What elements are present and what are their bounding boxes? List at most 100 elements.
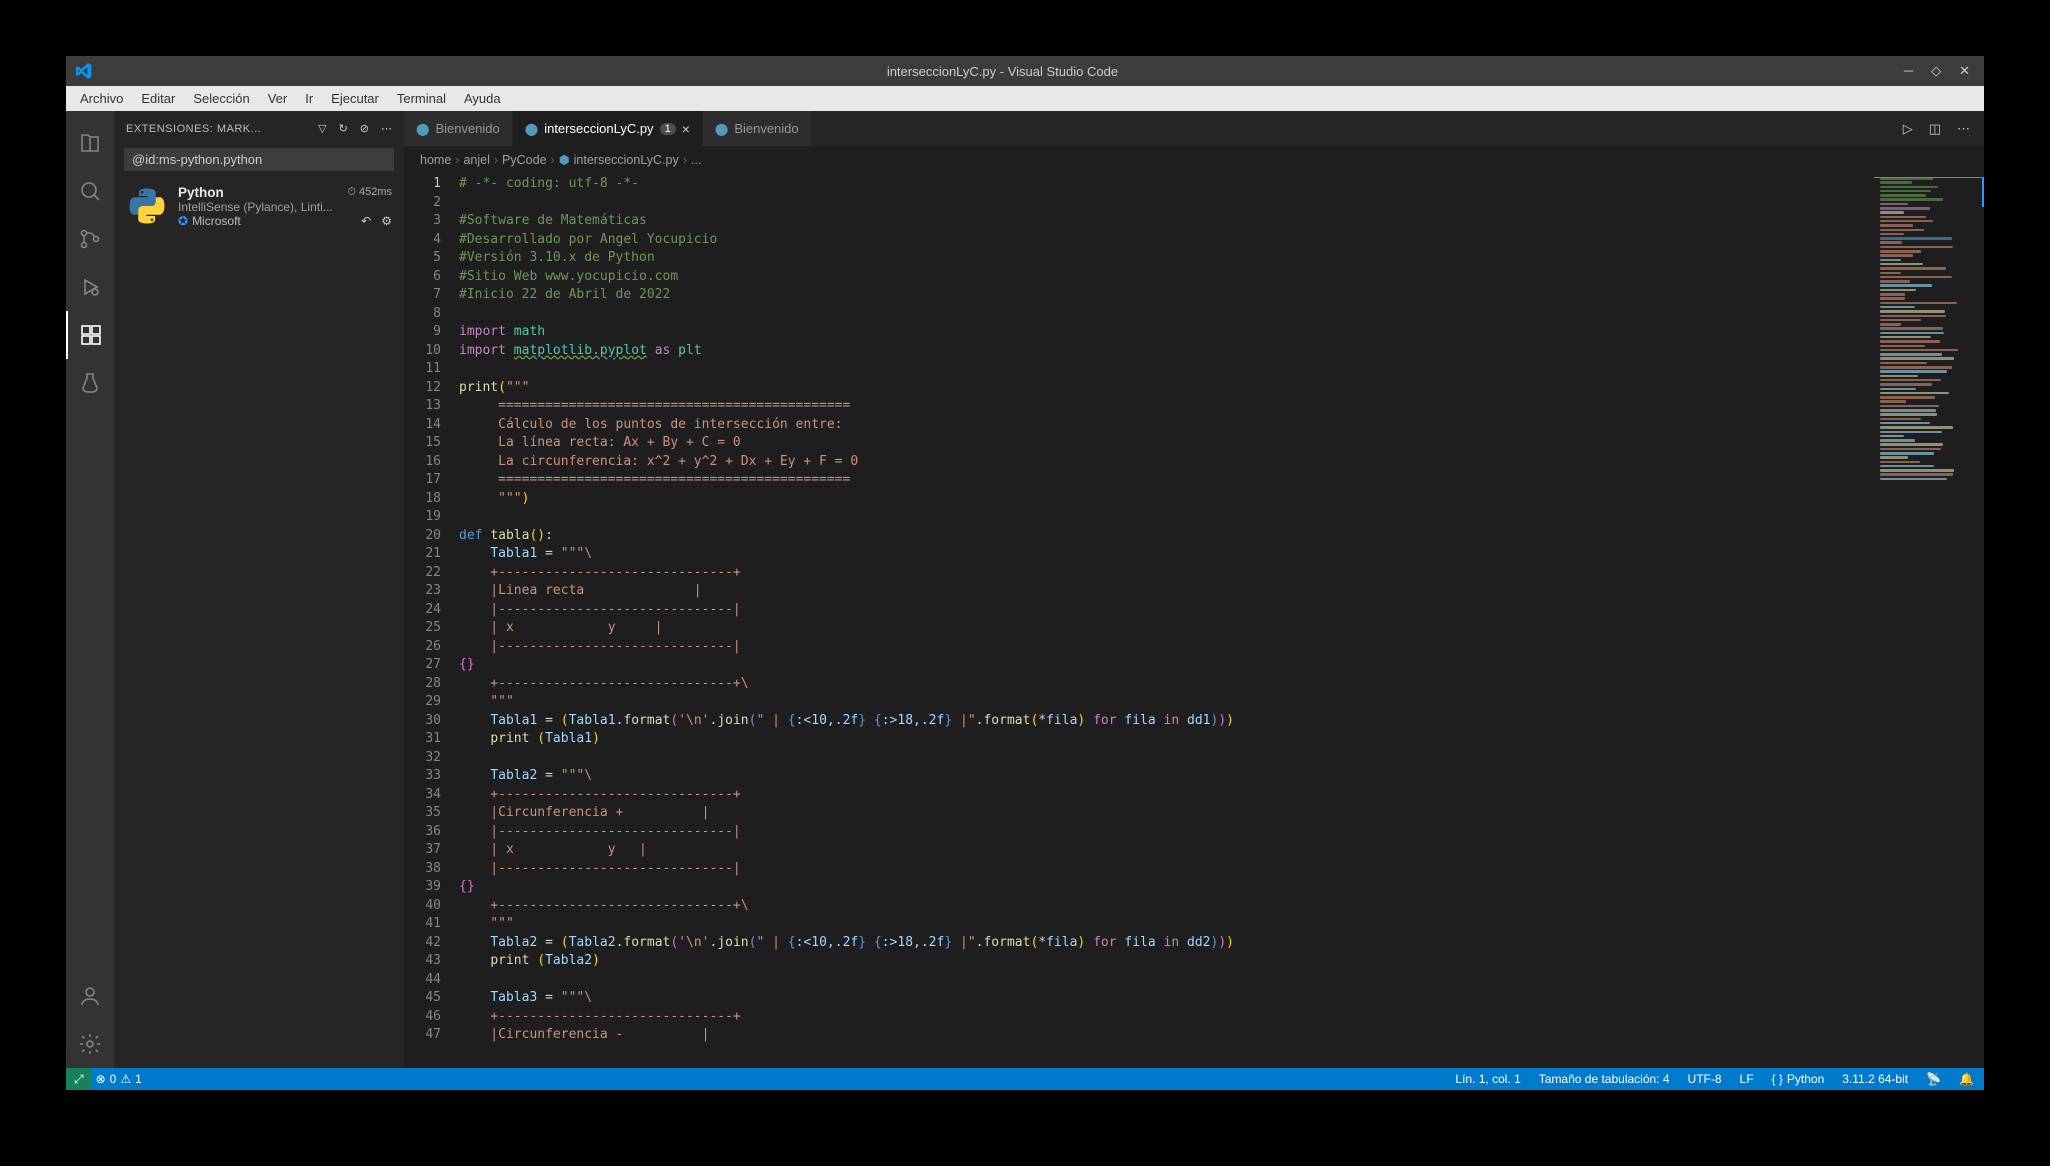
menu-selección[interactable]: Selección: [185, 89, 257, 108]
minimap[interactable]: [1874, 173, 1984, 1068]
breadcrumb-segment[interactable]: ...: [691, 153, 701, 167]
code-content[interactable]: # -*- coding: utf-8 -*- #Software de Mat…: [459, 173, 1874, 1068]
clear-icon[interactable]: ⊘: [360, 122, 369, 135]
code-line[interactable]: |Circunferencia + |: [459, 804, 1874, 823]
code-line[interactable]: |------------------------------|: [459, 823, 1874, 842]
breadcrumb-segment[interactable]: PyCode: [502, 153, 546, 167]
code-line[interactable]: """: [459, 693, 1874, 712]
code-line[interactable]: +------------------------------+: [459, 564, 1874, 583]
code-line[interactable]: |------------------------------|: [459, 638, 1874, 657]
encoding[interactable]: UTF-8: [1688, 1072, 1722, 1086]
code-line[interactable]: import math: [459, 323, 1874, 342]
code-line[interactable]: +------------------------------+: [459, 786, 1874, 805]
code-line[interactable]: #Inicio 22 de Abril de 2022: [459, 286, 1874, 305]
python-interpreter[interactable]: 3.11.2 64-bit: [1842, 1072, 1908, 1086]
minimize-icon[interactable]: ─: [1904, 63, 1913, 79]
tab-close-icon[interactable]: ×: [682, 121, 690, 137]
tab-bienvenido[interactable]: ⬤Bienvenido: [703, 111, 812, 146]
code-line[interactable]: | x y |: [459, 619, 1874, 638]
code-line[interactable]: #Sitio Web www.yocupicio.com: [459, 268, 1874, 287]
editor-more-icon[interactable]: ⋯: [1957, 121, 1970, 137]
code-line[interactable]: print(""": [459, 379, 1874, 398]
eol[interactable]: LF: [1740, 1072, 1754, 1086]
code-line[interactable]: [459, 305, 1874, 324]
code-line[interactable]: [459, 194, 1874, 213]
code-line[interactable]: | x y |: [459, 841, 1874, 860]
code-line[interactable]: |Linea recta |: [459, 582, 1874, 601]
problems-indicator[interactable]: ⊗0 ⚠1: [96, 1072, 142, 1086]
titlebar[interactable]: interseccionLyC.py - Visual Studio Code …: [66, 56, 1984, 86]
menu-archivo[interactable]: Archivo: [72, 89, 131, 108]
menu-terminal[interactable]: Terminal: [389, 89, 454, 108]
code-line[interactable]: """): [459, 490, 1874, 509]
indentation[interactable]: Tamaño de tabulación: 4: [1539, 1072, 1670, 1086]
code-line[interactable]: |Circunferencia - |: [459, 1026, 1874, 1045]
code-line[interactable]: print (Tabla1): [459, 730, 1874, 749]
code-line[interactable]: +------------------------------+\: [459, 675, 1874, 694]
refresh-icon[interactable]: ↻: [339, 122, 348, 135]
split-editor-icon[interactable]: ◫: [1929, 121, 1941, 137]
code-line[interactable]: {}: [459, 656, 1874, 675]
code-line[interactable]: """: [459, 915, 1874, 934]
menu-editar[interactable]: Editar: [133, 89, 183, 108]
search-icon[interactable]: [66, 167, 114, 215]
menu-ayuda[interactable]: Ayuda: [456, 89, 509, 108]
code-line[interactable]: #Versión 3.10.x de Python: [459, 249, 1874, 268]
cursor-position[interactable]: Lín. 1, col. 1: [1455, 1072, 1520, 1086]
remote-indicator[interactable]: ⤢: [66, 1068, 92, 1090]
code-line[interactable]: [459, 749, 1874, 768]
code-line[interactable]: import matplotlib.pyplot as plt: [459, 342, 1874, 361]
code-line[interactable]: # -*- coding: utf-8 -*-: [459, 175, 1874, 194]
extensions-search-input[interactable]: [124, 148, 394, 171]
ext-revert-icon[interactable]: ↶: [361, 214, 371, 228]
code-line[interactable]: Tabla3 = """\: [459, 989, 1874, 1008]
accounts-icon[interactable]: [66, 972, 114, 1020]
tab-bienvenido[interactable]: ⬤Bienvenido: [404, 111, 513, 146]
breadcrumb-segment[interactable]: interseccionLyC.py: [574, 153, 679, 167]
breadcrumb-segment[interactable]: anjel: [463, 153, 489, 167]
menu-ir[interactable]: Ir: [297, 89, 321, 108]
ext-settings-icon[interactable]: ⚙: [381, 214, 392, 228]
code-line[interactable]: #Desarrollado por Angel Yocupicio: [459, 231, 1874, 250]
code-line[interactable]: |------------------------------|: [459, 860, 1874, 879]
run-file-icon[interactable]: ▷: [1903, 121, 1913, 137]
code-line[interactable]: La línea recta: Ax + By + C = 0: [459, 434, 1874, 453]
code-line[interactable]: [459, 360, 1874, 379]
menu-ver[interactable]: Ver: [260, 89, 296, 108]
code-line[interactable]: La circunferencia: x^2 + y^2 + Dx + Ey +…: [459, 453, 1874, 472]
breadcrumb-segment[interactable]: home: [420, 153, 451, 167]
source-control-icon[interactable]: [66, 215, 114, 263]
testing-icon[interactable]: [66, 359, 114, 407]
filter-icon[interactable]: ▽: [318, 122, 326, 135]
menu-ejecutar[interactable]: Ejecutar: [323, 89, 387, 108]
feedback-icon[interactable]: 📡: [1926, 1072, 1941, 1086]
code-line[interactable]: |------------------------------|: [459, 601, 1874, 620]
tab-interseccionlyc-py[interactable]: ⬤interseccionLyC.py1×: [513, 111, 703, 146]
code-line[interactable]: print (Tabla2): [459, 952, 1874, 971]
code-line[interactable]: Tabla2 = """\: [459, 767, 1874, 786]
code-line[interactable]: Tabla1 = """\: [459, 545, 1874, 564]
code-line[interactable]: def tabla():: [459, 527, 1874, 546]
code-line[interactable]: {}: [459, 878, 1874, 897]
code-line[interactable]: Tabla1 = (Tabla1.format('\n'.join(" | {:…: [459, 712, 1874, 731]
code-line[interactable]: ========================================…: [459, 397, 1874, 416]
more-icon[interactable]: ⋯: [381, 122, 392, 135]
code-line[interactable]: +------------------------------+\: [459, 897, 1874, 916]
code-line[interactable]: Cálculo de los puntos de intersección en…: [459, 416, 1874, 435]
language-mode[interactable]: { } Python: [1772, 1072, 1825, 1086]
extensions-icon[interactable]: [66, 311, 114, 359]
notifications-bell-icon[interactable]: 🔔: [1959, 1072, 1974, 1086]
close-icon[interactable]: ✕: [1959, 63, 1970, 79]
settings-gear-icon[interactable]: [66, 1020, 114, 1068]
explorer-icon[interactable]: [66, 119, 114, 167]
code-line[interactable]: #Software de Matemáticas: [459, 212, 1874, 231]
code-line[interactable]: [459, 971, 1874, 990]
breadcrumb[interactable]: home›anjel›PyCode›⬢ interseccionLyC.py›.…: [404, 146, 1984, 173]
extension-item[interactable]: Python ⏱ 452ms IntelliSense (Pylance), L…: [114, 177, 404, 236]
maximize-icon[interactable]: ◇: [1931, 63, 1941, 79]
code-line[interactable]: Tabla2 = (Tabla2.format('\n'.join(" | {:…: [459, 934, 1874, 953]
run-debug-icon[interactable]: [66, 263, 114, 311]
code-line[interactable]: ========================================…: [459, 471, 1874, 490]
code-line[interactable]: +------------------------------+: [459, 1008, 1874, 1027]
code-line[interactable]: [459, 508, 1874, 527]
